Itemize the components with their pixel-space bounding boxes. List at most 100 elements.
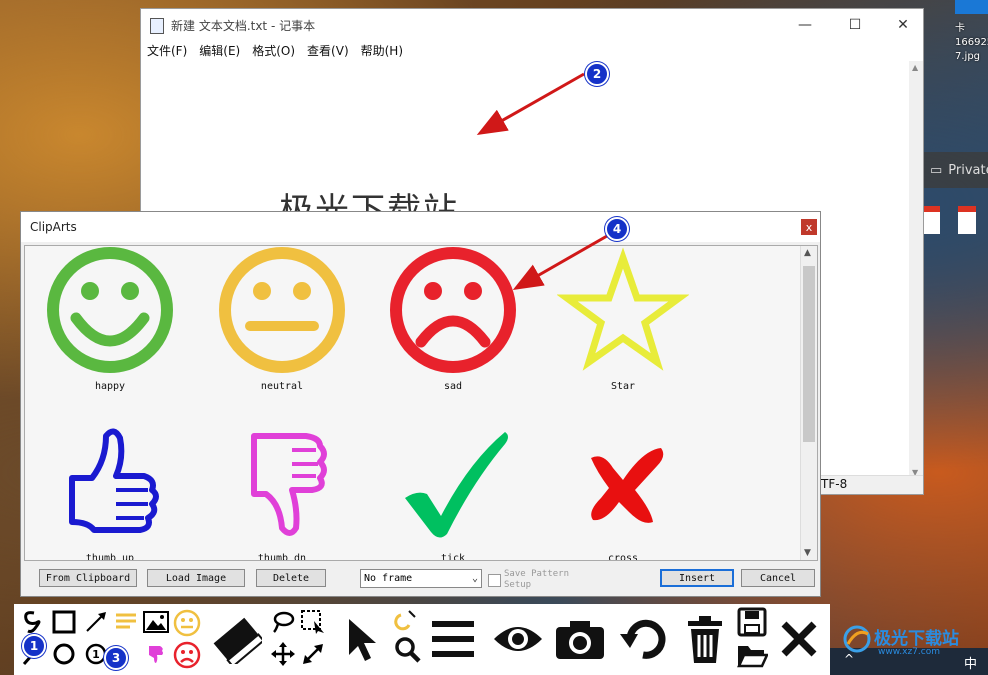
- close-toolbar-icon[interactable]: [776, 614, 822, 664]
- neutral-icon: [219, 247, 345, 373]
- clipart-sad[interactable]: sad: [378, 246, 528, 392]
- svg-text:1: 1: [92, 648, 100, 661]
- camera-icon[interactable]: [552, 612, 608, 666]
- cliparts-dialog: ClipArts x happy neutral sad Star thumb_…: [20, 211, 821, 597]
- private-icon: ▭: [930, 162, 943, 178]
- encoding-label: TF-8: [821, 477, 848, 491]
- menu-help[interactable]: 帮助(H): [355, 41, 409, 61]
- star-icon: [556, 247, 690, 371]
- clipart-label: sad: [443, 381, 463, 392]
- undo-icon[interactable]: [616, 612, 670, 666]
- step-badge-3: 3: [104, 646, 128, 670]
- clipart-label: happy: [94, 381, 126, 392]
- notepad-titlebar[interactable]: 新建 文本文档.txt - 记事本 — ☐ ✕: [141, 9, 923, 41]
- pdf-icon: [958, 206, 976, 234]
- cliparts-titlebar[interactable]: ClipArts x: [21, 212, 820, 242]
- step-badge-1: 1: [22, 634, 46, 658]
- minimize-button[interactable]: —: [785, 13, 825, 37]
- cross-icon: [591, 448, 664, 523]
- notepad-title: 新建 文本文档.txt - 记事本: [171, 19, 316, 33]
- free-select-icon[interactable]: [268, 608, 298, 636]
- watermark-url: www.xz7.com: [878, 647, 940, 657]
- cliparts-close-button[interactable]: x: [801, 219, 817, 235]
- thumb-down-icon: [251, 433, 327, 536]
- from-clipboard-button[interactable]: From Clipboard: [39, 569, 137, 587]
- trash-icon[interactable]: [680, 612, 730, 668]
- frame-select-value: No frame: [364, 573, 413, 584]
- clipart-star[interactable]: Star: [548, 246, 698, 392]
- clipart-thumb-up[interactable]: thumb_up: [35, 418, 185, 561]
- move-icon[interactable]: [268, 640, 298, 668]
- clipart-happy[interactable]: happy: [35, 246, 185, 392]
- save-pattern-checkbox[interactable]: [488, 574, 501, 587]
- thumb-up-icon: [69, 428, 159, 533]
- desktop-pdf-icons: [918, 196, 988, 286]
- private-label: Private: [948, 162, 988, 178]
- sad-icon: [390, 247, 516, 373]
- tick-icon: [405, 432, 508, 538]
- eraser-icon[interactable]: [208, 610, 264, 668]
- eye-icon[interactable]: [490, 614, 546, 664]
- site-watermark: 极光下载站 www.xz7.com: [842, 620, 988, 660]
- notepad-scrollbar[interactable]: ▲ ▼: [909, 61, 923, 479]
- load-image-button[interactable]: Load Image: [147, 569, 245, 587]
- cancel-button[interactable]: Cancel: [741, 569, 815, 587]
- close-button[interactable]: ✕: [883, 13, 923, 37]
- clipart-label: thumb_up: [85, 553, 135, 561]
- watermark-logo-icon: [843, 625, 871, 653]
- clipart-tick[interactable]: tick: [378, 418, 528, 561]
- lasso-icon[interactable]: [18, 608, 46, 636]
- menu-format[interactable]: 格式(O): [246, 41, 301, 61]
- scroll-up-icon[interactable]: ▲: [804, 248, 811, 258]
- insert-button[interactable]: Insert: [660, 569, 734, 587]
- thumb-down-small-icon[interactable]: [142, 640, 170, 668]
- clipart-label: neutral: [260, 381, 304, 392]
- frame-select[interactable]: No frame ⌄: [360, 569, 482, 588]
- clipart-scrollbar[interactable]: ▲ ▼: [800, 246, 817, 560]
- scroll-down-icon[interactable]: ▼: [804, 548, 811, 558]
- clipart-grid: happy neutral sad Star thumb_up thumb_dn…: [24, 245, 818, 561]
- step-badge-4: 4: [605, 217, 629, 241]
- cliparts-title: ClipArts: [30, 220, 77, 234]
- happy-icon: [47, 247, 173, 373]
- clipart-neutral[interactable]: neutral: [207, 246, 357, 392]
- delete-button[interactable]: Delete: [256, 569, 326, 587]
- menu-file[interactable]: 文件(F): [141, 41, 193, 61]
- menu-view[interactable]: 查看(V): [301, 41, 355, 61]
- sad-face-icon[interactable]: [172, 640, 202, 670]
- open-folder-icon[interactable]: [734, 640, 770, 670]
- notepad-app-icon: [150, 18, 164, 34]
- clipart-thumb-down[interactable]: thumb_dn: [207, 418, 357, 561]
- menu-icon[interactable]: [428, 614, 478, 664]
- watermark-text: 极光下载站: [874, 629, 959, 649]
- resize-icon[interactable]: [298, 640, 328, 668]
- clipart-cross[interactable]: cross: [548, 418, 698, 561]
- menu-edit[interactable]: 编辑(E): [193, 41, 246, 61]
- pdf-icon: [922, 206, 940, 234]
- desktop-shortcut[interactable]: [955, 0, 988, 14]
- rectangle-tool-icon[interactable]: [50, 608, 78, 636]
- arrow-tool-icon[interactable]: [82, 608, 110, 636]
- text-lines-icon[interactable]: [112, 608, 140, 636]
- save-pattern-label: Save Pattern Setup: [504, 569, 570, 590]
- pointer-icon[interactable]: [340, 612, 380, 668]
- scroll-up-icon[interactable]: ▲: [912, 63, 918, 72]
- image-icon[interactable]: [142, 608, 170, 636]
- scrollbar-thumb[interactable]: [803, 266, 815, 442]
- clipart-label: cross: [607, 553, 639, 561]
- clipart-label: Star: [610, 381, 636, 392]
- maximize-button[interactable]: ☐: [835, 13, 875, 37]
- clipart-label: tick: [440, 553, 466, 561]
- magic-zoom-icon[interactable]: [390, 608, 424, 668]
- chevron-down-icon: ⌄: [471, 573, 478, 584]
- save-icon[interactable]: [734, 606, 770, 638]
- neutral-face-icon[interactable]: [172, 608, 202, 638]
- notepad-menubar: 文件(F) 编辑(E) 格式(O) 查看(V) 帮助(H): [141, 41, 923, 61]
- ellipse-tool-icon[interactable]: [50, 640, 78, 668]
- private-browsing-button[interactable]: ▭ Private: [924, 152, 988, 188]
- desktop-file-label[interactable]: 卡 16692547 7.jpg: [955, 22, 988, 64]
- drawing-toolbar: 1: [14, 604, 830, 675]
- rect-select-icon[interactable]: [298, 608, 328, 636]
- clipart-label: thumb_dn: [257, 553, 307, 561]
- step-badge-2: 2: [585, 62, 609, 86]
